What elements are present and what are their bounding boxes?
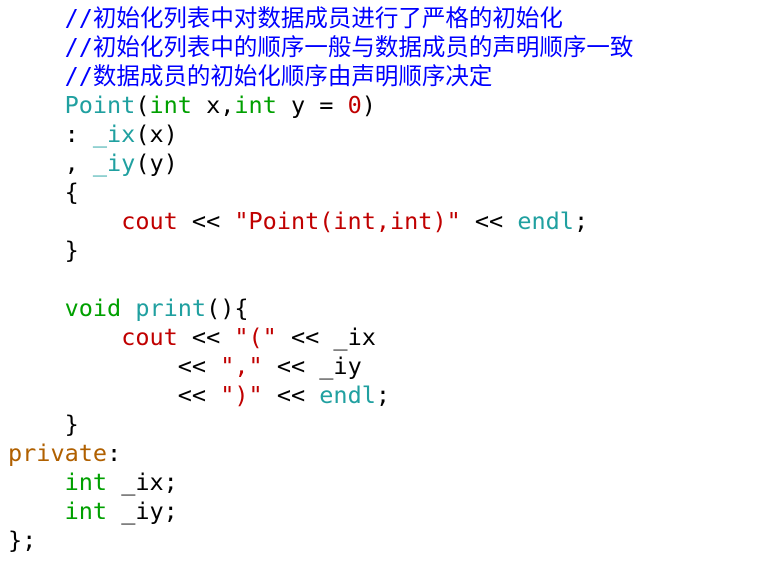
code-text: << bbox=[177, 323, 235, 351]
code-text: } bbox=[8, 410, 79, 438]
code-access-specifier: private bbox=[8, 439, 108, 467]
code-keyword: int bbox=[149, 91, 192, 119]
code-text: << _iy bbox=[262, 352, 362, 380]
code-comment: //初始化列表中对数据成员进行了严格的初始化 bbox=[64, 4, 563, 32]
code-line: << ")" << endl; bbox=[8, 381, 633, 410]
code-editor: //初始化列表中对数据成员进行了严格的初始化 //初始化列表中的顺序一般与数据成… bbox=[8, 4, 633, 555]
code-line: Point(int x,int y = 0) bbox=[8, 91, 633, 120]
code-line: private: bbox=[8, 439, 633, 468]
code-text: (y) bbox=[135, 149, 178, 177]
code-line: } bbox=[8, 236, 633, 265]
code-text: << bbox=[8, 381, 221, 409]
code-text: ) bbox=[361, 91, 376, 119]
code-line: cout << "Point(int,int)" << endl; bbox=[8, 207, 633, 236]
code-string-literal: ")" bbox=[220, 381, 263, 409]
code-line: : _ix(x) bbox=[8, 120, 633, 149]
code-text: ( bbox=[135, 91, 150, 119]
code-text: { bbox=[8, 178, 79, 206]
code-keyword: void bbox=[64, 294, 122, 322]
code-text: ; bbox=[375, 381, 391, 409]
code-line: //初始化列表中对数据成员进行了严格的初始化 bbox=[8, 4, 633, 33]
code-keyword: int bbox=[234, 91, 277, 119]
code-text: : bbox=[107, 439, 122, 467]
code-text: ; bbox=[573, 207, 589, 235]
code-text: (x) bbox=[135, 120, 178, 148]
code-text: << bbox=[8, 352, 221, 380]
code-identifier: print bbox=[135, 294, 207, 322]
code-number-literal: 0 bbox=[347, 91, 362, 119]
code-text: : bbox=[8, 120, 93, 148]
code-member: _iy bbox=[92, 149, 136, 177]
code-line: << "," << _iy bbox=[8, 352, 633, 381]
code-text: _ix; bbox=[107, 468, 178, 496]
code-line: int _iy; bbox=[8, 497, 633, 526]
code-line: { bbox=[8, 178, 633, 207]
code-text: << _ix bbox=[276, 323, 376, 351]
code-identifier: endl bbox=[319, 381, 376, 409]
code-string-literal: "Point(int,int)" bbox=[234, 207, 461, 235]
code-identifier: endl bbox=[517, 207, 574, 235]
code-text: << bbox=[460, 207, 518, 235]
code-text: y = bbox=[276, 91, 348, 119]
code-stream-object: cout bbox=[121, 207, 178, 235]
code-keyword: int bbox=[64, 468, 108, 496]
code-stream-object: cout bbox=[121, 323, 178, 351]
code-line: //初始化列表中的顺序一般与数据成员的声明顺序一致 bbox=[8, 33, 634, 62]
code-keyword: int bbox=[64, 497, 108, 525]
code-text: x, bbox=[191, 91, 235, 119]
code-line: } bbox=[8, 410, 633, 439]
code-line: void print(){ bbox=[8, 294, 633, 323]
code-line: , _iy(y) bbox=[8, 149, 633, 178]
code-comment: //数据成员的初始化顺序由声明顺序决定 bbox=[64, 62, 493, 90]
code-comment: //初始化列表中的顺序一般与数据成员的声明顺序一致 bbox=[64, 33, 634, 61]
code-text: << bbox=[262, 381, 320, 409]
code-string-literal: "," bbox=[220, 352, 263, 380]
code-text: << bbox=[177, 207, 235, 235]
code-text: } bbox=[8, 236, 79, 264]
code-line: }; bbox=[8, 526, 633, 555]
code-member: _ix bbox=[92, 120, 136, 148]
code-text: }; bbox=[8, 526, 37, 554]
code-line: int _ix; bbox=[8, 468, 633, 497]
code-string-literal: "(" bbox=[234, 323, 277, 351]
code-text: , bbox=[8, 149, 93, 177]
code-text: (){ bbox=[206, 294, 249, 322]
code-line: //数据成员的初始化顺序由声明顺序决定 bbox=[8, 62, 633, 91]
code-text: _iy; bbox=[107, 497, 178, 525]
code-identifier: Point bbox=[64, 91, 136, 119]
code-line: cout << "(" << _ix bbox=[8, 323, 633, 352]
